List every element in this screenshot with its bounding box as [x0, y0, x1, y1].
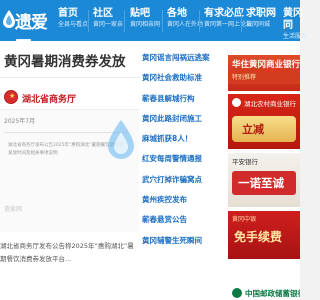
nav-item-title: 有求必应	[204, 8, 244, 19]
ad-title: 中国邮政储蓄银行	[245, 289, 300, 298]
article-image-line: 湖北省商务厅发布公告2025年“惠购湖北”暑期餐饮消费券	[8, 143, 124, 148]
list-item[interactable]: 黄州疾控发布	[142, 194, 225, 214]
article-image: ★ 湖北省商务厅 2025年7月 湖北省商务厅发布公告2025年“惠购湖北”暑期…	[0, 84, 139, 232]
site-logo[interactable]: 遗爱网	[2, 5, 56, 58]
ad-slogan: 一诺至诚	[238, 176, 284, 190]
nav-item-qa[interactable]: 有求必应 黄冈第一网上论坛	[204, 8, 252, 30]
nav-divider	[162, 10, 163, 32]
nav-item-subtitle: 全县与看点	[58, 21, 89, 28]
ad-slogan: 免手续费	[234, 230, 283, 244]
nav-divider	[199, 10, 200, 32]
nav-item-title: 贴吧	[130, 8, 150, 19]
news-list: 黄冈谣言闯祸远逃案 黄冈社会救助标准 蕲春县解城行构 黄冈此路封闭施工 麻城抓获…	[142, 52, 225, 255]
nav-item-title: 首页	[58, 8, 78, 19]
article-body: 湖北省商务厅发布公告称2025年“惠购湖北”暑期餐饮消费券发放平台...	[0, 242, 134, 263]
ad-badge-text: 立减	[242, 123, 264, 136]
list-item[interactable]: 黄冈谣言闯祸远逃案	[142, 52, 225, 72]
water-drop-watermark-icon	[108, 120, 134, 159]
nav-item-subtitle: 黄冈同城	[246, 21, 271, 28]
nav-item-subtitle: 黄冈人在外地	[167, 21, 204, 28]
ad-banner-5[interactable]: 中国邮政储蓄银行	[228, 287, 300, 300]
article-image-date: 2025年7月	[4, 118, 36, 125]
nav-divider	[241, 10, 242, 32]
list-item[interactable]: 黄冈社会救助标准	[142, 72, 225, 92]
nav-item-jobs[interactable]: 求职网 黄冈同城	[246, 8, 276, 30]
bank-logo-icon	[232, 98, 241, 107]
article-image-header: ★ 湖北省商务厅	[0, 84, 139, 110]
list-item[interactable]: 黄冈辅警生死瞬间	[142, 235, 225, 255]
nav-item-title: 求职网	[246, 8, 276, 19]
nav-divider	[88, 10, 89, 32]
nav-item-city[interactable]: 黄冈同 生活服务	[283, 8, 307, 42]
ad-title: 华住黄冈商业银行	[232, 60, 300, 70]
list-item[interactable]: 黄冈此路封闭施工	[142, 113, 225, 133]
watermark-text: 遗爱网	[4, 206, 23, 213]
star-icon: ★	[9, 92, 16, 100]
ad-subtitle: 特别推荐	[232, 74, 257, 81]
nav-item-title: 黄冈同	[283, 8, 303, 31]
nav-item-home[interactable]: 首页 全县与看点	[58, 8, 88, 30]
article-title: 黄冈暑期消费券发放	[4, 54, 126, 70]
national-emblem-icon: ★	[4, 90, 18, 104]
nav-item-subtitle: 黄冈相亲网	[130, 21, 161, 28]
ad-banner-3[interactable]: 平安银行 一诺至诚	[228, 153, 300, 207]
ad-banner-4[interactable]: 黄冈中银 免手续费	[228, 211, 300, 259]
list-item[interactable]: 蕲春悬赏公告	[142, 214, 225, 234]
ad-header: 平安银行	[232, 158, 258, 166]
nav-item-forum[interactable]: 贴吧 黄冈相亲网	[130, 8, 160, 30]
ad-header: 湖北农村商业银行	[244, 100, 296, 108]
water-drop-icon	[3, 10, 15, 28]
ad-column: 华住黄冈商业银行 特别推荐 湖北农村商业银行 立减 平安银行 一诺至诚 黄冈中银…	[228, 41, 300, 300]
nav-item-regions[interactable]: 各地 黄冈人在外地	[167, 8, 203, 30]
nav-item-community[interactable]: 社区 黄冈一家亲	[93, 8, 123, 30]
list-item[interactable]: 麻城抓获8人！	[142, 133, 225, 153]
article-image-site-name: 湖北省商务厅	[22, 95, 77, 105]
divider	[0, 77, 140, 78]
postal-bank-logo-icon	[232, 288, 242, 298]
ad-slogan-box: 一诺至诚	[232, 171, 296, 195]
article-image-line: 发放时间及相关事项说明	[8, 151, 58, 156]
list-item[interactable]: 武穴打掉诈骗窝点	[142, 174, 225, 194]
nav-divider	[124, 10, 125, 32]
nav-item-title: 各地	[167, 8, 187, 19]
top-nav-bar: 遗爱网 首页 全县与看点 社区 黄冈一家亲 贴吧 黄冈相亲网 各地 黄冈人在外地…	[0, 0, 307, 58]
ad-banner-1[interactable]: 华住黄冈商业银行 特别推荐	[228, 55, 300, 91]
ad-badge: 立减	[232, 116, 296, 142]
list-item[interactable]: 红安每周警情通报	[142, 153, 225, 173]
page: 遗爱网 首页 全县与看点 社区 黄冈一家亲 贴吧 黄冈相亲网 各地 黄冈人在外地…	[0, 0, 307, 300]
ad-banner-2[interactable]: 湖北农村商业银行 立减	[228, 94, 300, 149]
list-item[interactable]: 蕲春县解城行构	[142, 93, 225, 113]
nav-item-subtitle: 黄冈第一网上论坛	[204, 21, 253, 28]
nav-item-title: 社区	[93, 8, 113, 19]
nav-item-subtitle: 黄冈一家亲	[93, 21, 124, 28]
ad-header: 黄冈中银	[232, 216, 257, 223]
